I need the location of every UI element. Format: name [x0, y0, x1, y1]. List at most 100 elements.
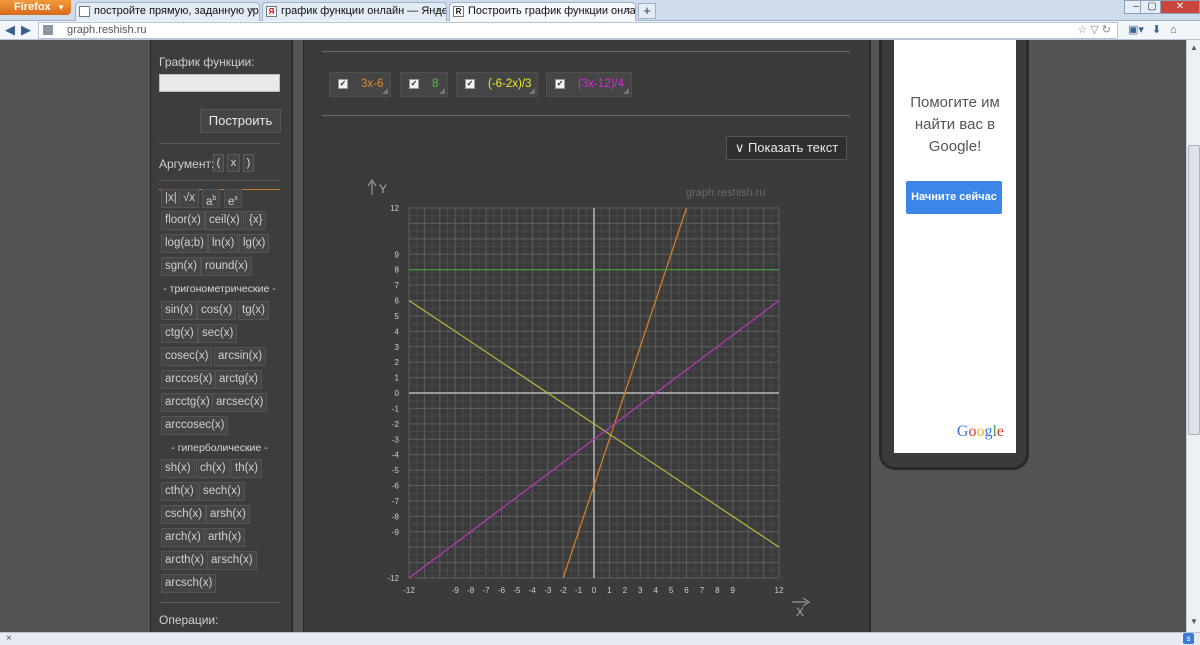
graph-axes [409, 208, 779, 578]
browser-tab-1[interactable]: постройте прямую, заданную урав...× [75, 2, 260, 21]
download-icon[interactable]: ⬇ [1152, 22, 1161, 38]
th-button[interactable]: th(x) [231, 459, 262, 478]
x-tick-label: 2 [623, 586, 628, 595]
log-button[interactable]: log(a;b) [161, 234, 208, 253]
y-tick-label: -5 [392, 466, 400, 475]
x-tick-label: -3 [544, 586, 552, 595]
ceil-button[interactable]: ceil(x) [205, 211, 244, 230]
x-tick-label: -2 [560, 586, 568, 595]
browser-tab-3[interactable]: R Построить график функции онлайн × [449, 2, 636, 21]
abs-button[interactable]: |x| [161, 189, 181, 208]
close-icon[interactable]: × [249, 3, 255, 20]
arcsec-button[interactable]: arcsec(x) [212, 393, 268, 412]
y-tick-label: -3 [392, 435, 400, 444]
sqrt-button[interactable]: √x [179, 189, 200, 208]
arsch-button[interactable]: arsch(x) [207, 551, 257, 570]
exp-button[interactable]: ex [224, 189, 242, 208]
close-window-button[interactable]: ✕ [1160, 0, 1200, 14]
graph-tick-labels: -12 -9 -8 -7 -6 -5 -4 -3 -2 -1 0 1 2 3 4 5 6 7 8 9 121298765… [387, 204, 784, 595]
cosec-button[interactable]: cosec(x) [161, 347, 213, 366]
ad-text: Помогите им найти вас в Google! [910, 94, 1000, 155]
url-bar-controls[interactable]: ☆ ▽ ↻ [1077, 23, 1111, 38]
page-icon [79, 6, 90, 17]
trig-section-header: - тригонометрические - [163, 283, 276, 295]
close-paren-button[interactable]: ) [243, 154, 254, 172]
browser-tab-2[interactable]: Яграфик функции онлайн — Яндекс: ...× [262, 2, 447, 21]
url-text: graph.reshish.ru [67, 24, 147, 36]
skype-icon[interactable]: s [1183, 633, 1194, 644]
floor-button[interactable]: floor(x) [161, 211, 205, 230]
sec-button[interactable]: sec(x) [198, 324, 238, 343]
arch-button[interactable]: arch(x) [161, 528, 205, 547]
sin-button[interactable]: sin(x) [161, 301, 198, 320]
y-tick-label: 5 [395, 312, 400, 321]
site-identity-icon [43, 25, 53, 35]
arcsin-button[interactable]: arcsin(x) [214, 347, 267, 366]
x-tick-label: -5 [513, 586, 521, 595]
arsh-button[interactable]: arsh(x) [206, 505, 250, 524]
firefox-menu-button[interactable]: Firefox ▼ [0, 0, 71, 15]
sech-button[interactable]: sech(x) [199, 482, 245, 501]
url-bar[interactable]: graph.reshish.ru ☆ ▽ ↻ [38, 22, 1118, 39]
y-tick-label: 1 [395, 374, 400, 383]
cth-button[interactable]: cth(x) [161, 482, 198, 501]
back-icon[interactable]: ◀ [5, 22, 15, 38]
power-button[interactable]: ab [202, 189, 221, 208]
y-tick-label: -7 [392, 497, 400, 506]
addon-bar-icon[interactable]: ▣▾ [1128, 22, 1144, 38]
scroll-up-icon[interactable]: ▲ [1188, 42, 1200, 54]
arctg-button[interactable]: arctg(x) [215, 370, 262, 389]
x-tick-label: -12 [403, 586, 415, 595]
function-input[interactable] [159, 74, 280, 92]
y-tick-label: 2 [395, 358, 400, 367]
frac-button[interactable]: {x} [245, 211, 267, 230]
x-argument-button[interactable]: x [227, 154, 240, 172]
y-tick-label: -2 [392, 420, 400, 429]
arccos-button[interactable]: arccos(x) [161, 370, 217, 389]
x-tick-label: -6 [498, 586, 506, 595]
arcsch-button[interactable]: arcsch(x) [161, 574, 217, 593]
y-tick-label: -9 [392, 528, 400, 537]
sgn-button[interactable]: sgn(x) [161, 257, 201, 276]
forward-icon[interactable]: ▶ [21, 22, 31, 38]
new-tab-button[interactable]: + [638, 3, 656, 19]
y-tick-label: 3 [395, 343, 400, 352]
arcth-button[interactable]: arcth(x) [161, 551, 208, 570]
y-axis-arrow-icon [367, 179, 377, 195]
y-tick-label: -4 [392, 451, 400, 460]
x-tick-label: 4 [653, 586, 658, 595]
close-findbar-icon[interactable]: × [6, 633, 12, 645]
page-scrollbar[interactable]: ▲ ▼ [1186, 40, 1200, 632]
cos-button[interactable]: cos(x) [197, 301, 237, 320]
x-tick-label: -8 [467, 586, 475, 595]
home-icon[interactable]: ⌂ [1170, 22, 1177, 38]
arth-button[interactable]: arth(x) [204, 528, 246, 547]
lg-button[interactable]: lg(x) [239, 234, 270, 253]
y-tick-label: 12 [390, 204, 399, 213]
open-paren-button[interactable]: ( [213, 154, 224, 172]
arccosec-button[interactable]: arccosec(x) [161, 416, 229, 435]
y-tick-label: 0 [395, 389, 400, 398]
y-tick-label: -8 [392, 512, 400, 521]
chevron-down-icon: ▼ [57, 3, 65, 12]
ch-button[interactable]: ch(x) [196, 459, 230, 478]
google-ad[interactable]: Помогите им найти вас в Google! Начните … [894, 40, 1016, 453]
status-bar: × s [0, 632, 1200, 645]
ad-start-button[interactable]: Начните сейчас [906, 181, 1002, 214]
scroll-down-icon[interactable]: ▼ [1188, 616, 1200, 628]
close-icon[interactable]: × [625, 3, 631, 20]
function-graph[interactable]: graph.reshish.ru -12 -9 -8 -7 -6 -5 -4 -3 -2 -1 0 1… [304, 40, 870, 632]
sh-button[interactable]: sh(x) [161, 459, 195, 478]
ln-button[interactable]: ln(x) [208, 234, 239, 253]
tg-button[interactable]: tg(x) [238, 301, 269, 320]
scroll-thumb[interactable] [1188, 145, 1200, 435]
build-button[interactable]: Построить [200, 109, 281, 133]
hyperbolic-section-header: - гиперболические - [171, 442, 268, 454]
round-button[interactable]: round(x) [201, 257, 252, 276]
arcctg-button[interactable]: arcctg(x) [161, 393, 214, 412]
csch-button[interactable]: csch(x) [161, 505, 207, 524]
close-icon[interactable]: × [436, 3, 442, 20]
ctg-button[interactable]: ctg(x) [161, 324, 198, 343]
x-tick-label: 7 [700, 586, 705, 595]
y-tick-label: 7 [395, 281, 400, 290]
